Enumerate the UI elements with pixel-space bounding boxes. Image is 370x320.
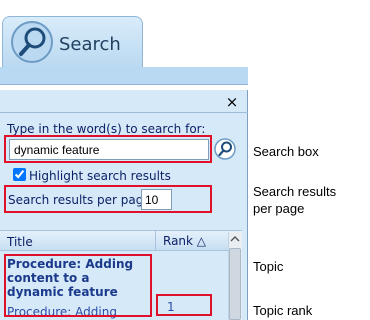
callout-results-per-page — [4, 185, 212, 213]
search-go-icon[interactable] — [214, 138, 236, 160]
column-separator — [155, 231, 156, 250]
close-icon[interactable]: × — [225, 95, 239, 110]
scroll-up-arrow-icon[interactable] — [230, 234, 240, 244]
callout-topic-rank — [156, 294, 212, 316]
callout-topic — [4, 254, 152, 317]
callout-search-box — [4, 135, 212, 163]
column-header-rank[interactable]: Rank △ — [163, 234, 206, 248]
annotation-search-box: Search box — [253, 144, 319, 159]
annotation-results-per-page-line2: per page — [253, 201, 305, 216]
search-prompt: Type in the word(s) to search for: — [7, 122, 206, 136]
highlight-checkbox[interactable] — [13, 168, 26, 181]
magnifier-icon — [11, 21, 53, 63]
tab-strip — [0, 67, 248, 85]
annotation-results-per-page-line1: Search results — [253, 184, 337, 199]
search-tab[interactable]: Search — [2, 16, 143, 69]
column-header-title[interactable]: Title — [7, 235, 33, 249]
annotation-topic-rank: Topic rank — [253, 303, 313, 318]
scroll-thumb[interactable] — [229, 248, 241, 320]
pane-divider — [0, 112, 248, 113]
highlight-label: Highlight search results — [29, 169, 171, 183]
search-tab-label: Search — [59, 34, 121, 55]
annotation-topic: Topic — [253, 259, 284, 274]
